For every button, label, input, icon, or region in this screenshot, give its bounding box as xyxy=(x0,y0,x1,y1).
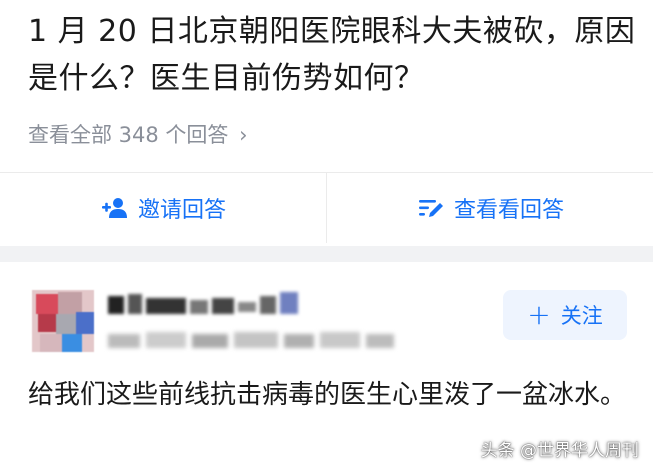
follow-label: 关注 xyxy=(560,304,603,328)
view-all-answers-link[interactable]: 查看全部 348 个回答 › xyxy=(28,118,248,152)
question-card: 1 月 20 日北京朝阳医院眼科大夫被砍，原因是什么？医生目前伤势如何？ 查看全… xyxy=(0,0,653,246)
view-answers-button[interactable]: 查看看回答 xyxy=(327,173,653,243)
avatar[interactable] xyxy=(32,290,94,352)
add-user-icon xyxy=(100,193,130,223)
plus-icon: + xyxy=(527,298,551,331)
watermark: 头条 @世界华人周刊 xyxy=(480,441,639,461)
answer-text[interactable]: 给我们这些前线抗击病毒的医生心里泼了一盆冰水。 xyxy=(28,372,628,419)
view-answers-label: 查看看回答 xyxy=(453,198,564,223)
zhihu-question-screen: 1 月 20 日北京朝阳医院眼科大夫被砍，原因是什么？医生目前伤势如何？ 查看全… xyxy=(0,0,653,469)
invite-answer-label: 邀请回答 xyxy=(137,198,226,223)
compose-icon xyxy=(416,193,446,223)
follow-button[interactable]: + 关注 xyxy=(503,290,627,340)
invite-answer-button[interactable]: 邀请回答 xyxy=(0,173,326,243)
question-title[interactable]: 1 月 20 日北京朝阳医院眼科大夫被砍，原因是什么？医生目前伤势如何？ xyxy=(28,8,638,102)
view-all-answers-label: 查看全部 348 个回答 xyxy=(28,123,229,147)
answer-card: + 关注 给我们这些前线抗击病毒的医生心里泼了一盆冰水。 头条 @世界华人周刊 xyxy=(0,262,653,469)
blurred-user-bio xyxy=(108,330,398,352)
blurred-username xyxy=(108,292,328,318)
chevron-right-icon: › xyxy=(239,123,248,147)
